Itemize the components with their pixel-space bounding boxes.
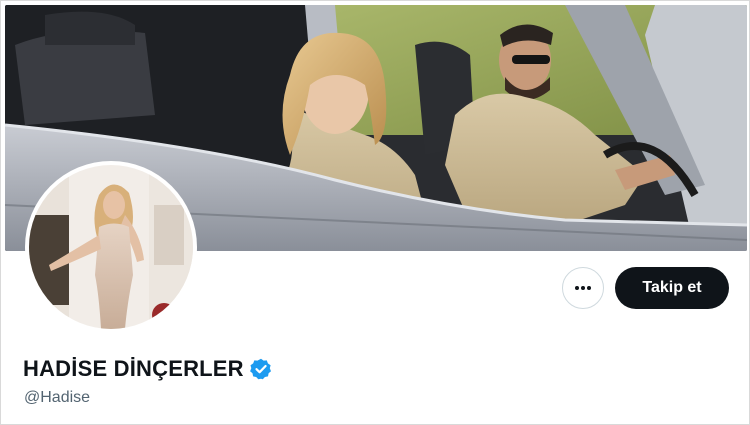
follow-button[interactable]: Takip et bbox=[615, 267, 729, 309]
verified-badge-icon[interactable] bbox=[249, 358, 272, 380]
more-options-button[interactable] bbox=[562, 267, 604, 309]
profile-header: Takip et HADİSE DİNÇERLER @Hadise bbox=[0, 0, 750, 425]
user-handle: @Hadise bbox=[24, 389, 91, 406]
avatar-photo bbox=[29, 165, 193, 329]
display-name: HADİSE DİNÇERLER bbox=[23, 356, 244, 381]
follow-button-label: Takip et bbox=[642, 279, 702, 296]
profile-avatar[interactable] bbox=[25, 161, 197, 333]
name-row: HADİSE DİNÇERLER bbox=[23, 356, 272, 382]
more-horizontal-icon bbox=[573, 278, 593, 298]
